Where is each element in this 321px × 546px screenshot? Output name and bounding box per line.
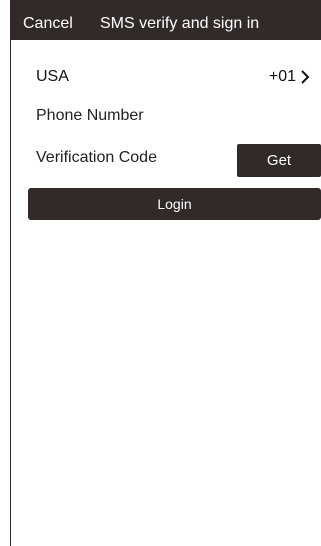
cancel-button[interactable]: Cancel — [23, 14, 73, 34]
login-button[interactable]: Login — [28, 188, 321, 220]
get-code-button[interactable]: Get — [237, 144, 321, 177]
country-code: +01 — [268, 68, 296, 85]
app-screen: Cancel SMS verify and sign in USA +01 Ge… — [10, 0, 321, 546]
chevron-right-icon — [301, 70, 310, 84]
phone-number-input[interactable] — [36, 104, 306, 128]
page-title: SMS verify and sign in — [100, 15, 260, 32]
verification-code-input[interactable] — [36, 146, 226, 170]
country-selector[interactable]: USA +01 — [11, 60, 321, 90]
header-bar: Cancel SMS verify and sign in — [11, 0, 321, 40]
country-name: USA — [36, 68, 69, 85]
